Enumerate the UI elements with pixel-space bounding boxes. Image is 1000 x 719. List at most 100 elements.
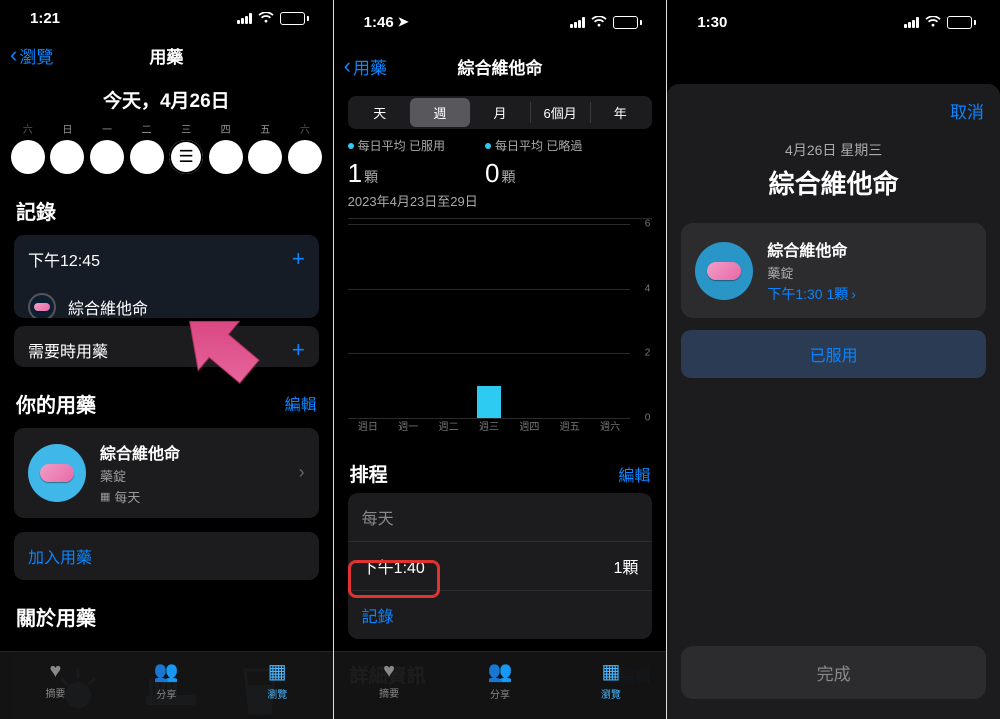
calendar-icon: ▦ bbox=[100, 490, 110, 503]
chevron-right-icon: › bbox=[851, 286, 856, 302]
chevron-left-icon: ‹ bbox=[10, 44, 17, 66]
log-card: 下午12:45 + 綜合維他命 bbox=[14, 235, 319, 319]
log-time-row[interactable]: 下午12:45 + bbox=[14, 235, 319, 283]
med-name: 綜合維他命 bbox=[767, 237, 856, 261]
battery-icon: 86 bbox=[613, 16, 642, 29]
day-dot[interactable] bbox=[90, 140, 124, 174]
tab-summary[interactable]: ♥摘要 bbox=[0, 652, 111, 707]
tab-summary[interactable]: ♥摘要 bbox=[334, 652, 445, 707]
cancel-button[interactable]: 取消 bbox=[950, 98, 984, 123]
log-sheet: 取消 4月26日 星期三 綜合維他命 綜合維他命 藥錠 下午1:30 1顆› 已… bbox=[667, 84, 1000, 719]
schedule-freq-row: 每天 bbox=[348, 493, 653, 541]
status-bar: 1:30 87 bbox=[667, 0, 1000, 44]
edit-meds-button[interactable]: 編輯 bbox=[285, 391, 317, 415]
sheet-title: 綜合維他命 bbox=[667, 160, 1000, 223]
back-label: 瀏覽 bbox=[19, 43, 53, 68]
screen-1-medications: 1:21 87 ‹ 瀏覽 用藥 今天，4月26日 六 日 一 二 三☰ 四 五 … bbox=[0, 0, 333, 719]
seg-year[interactable]: 年 bbox=[590, 98, 650, 127]
schedule-card: 每天 下午1:401顆 記錄 bbox=[348, 493, 653, 639]
day-dot[interactable] bbox=[288, 140, 322, 174]
chevron-left-icon: ‹ bbox=[344, 55, 351, 77]
location-icon: ➤ bbox=[398, 14, 409, 30]
section-your-meds-title: 你的用藥 bbox=[16, 389, 96, 418]
seg-6month[interactable]: 6個月 bbox=[530, 98, 590, 127]
back-button[interactable]: ‹ 用藥 bbox=[344, 54, 387, 79]
section-schedule-title: 排程 bbox=[350, 460, 388, 487]
day-dot[interactable] bbox=[11, 140, 45, 174]
tab-share[interactable]: 👥分享 bbox=[445, 652, 556, 707]
tab-bar: ♥摘要 👥分享 ▦瀏覽 bbox=[0, 651, 333, 719]
tab-browse[interactable]: ▦瀏覽 bbox=[555, 652, 666, 707]
mark-taken-button[interactable]: 已服用 bbox=[681, 330, 986, 378]
log-time: 下午12:45 bbox=[28, 247, 100, 271]
heart-icon: ♥ bbox=[50, 660, 62, 683]
cellular-icon bbox=[570, 17, 585, 28]
done-button[interactable]: 完成 bbox=[681, 646, 986, 699]
add-medication-button[interactable]: 加入用藥 bbox=[14, 532, 319, 580]
med-name: 綜合維他命 bbox=[68, 295, 148, 319]
pill-icon bbox=[28, 293, 56, 319]
screen-2-med-detail: 1:46 ➤ 86 ‹ 用藥 綜合維他命 天 週 月 6個月 年 每日平均 已服 bbox=[334, 0, 667, 719]
page-title: 綜合維他命 bbox=[458, 54, 543, 79]
day-dot[interactable] bbox=[248, 140, 282, 174]
page-title: 用藥 bbox=[149, 43, 183, 68]
week-calendar[interactable]: 六 日 一 二 三☰ 四 五 六 bbox=[0, 121, 333, 174]
nav-header: ‹ 用藥 綜合維他命 bbox=[334, 44, 667, 88]
wifi-icon bbox=[591, 16, 607, 28]
grid-icon: ▦ bbox=[601, 659, 620, 684]
battery-icon: 87 bbox=[280, 12, 309, 25]
record-row[interactable]: 記錄 bbox=[348, 590, 653, 639]
section-log-title: 記錄 bbox=[0, 174, 333, 235]
seg-day[interactable]: 天 bbox=[350, 98, 410, 127]
people-icon: 👥 bbox=[488, 659, 513, 684]
cellular-icon bbox=[237, 13, 252, 24]
clock: 1:21 bbox=[30, 10, 60, 27]
grid-icon: ▦ bbox=[268, 659, 287, 684]
seg-week[interactable]: 週 bbox=[410, 98, 470, 127]
med-type: 藥錠 bbox=[100, 466, 285, 485]
status-bar: 1:46 ➤ 86 bbox=[334, 0, 667, 44]
date-range: 2023年4月23日至29日 bbox=[334, 189, 667, 218]
med-card[interactable]: 綜合維他命 藥錠 ▦每天 › bbox=[14, 428, 319, 518]
annotation-arrow bbox=[160, 310, 280, 420]
people-icon: 👥 bbox=[154, 659, 179, 684]
section-about-title: 關於用藥 bbox=[0, 580, 333, 641]
tab-share[interactable]: 👥分享 bbox=[111, 652, 222, 707]
day-dot[interactable] bbox=[130, 140, 164, 174]
chart-legend: 每日平均 已服用 1顆 每日平均 已略過 0顆 bbox=[334, 129, 667, 189]
time-range-segments[interactable]: 天 週 月 6個月 年 bbox=[348, 96, 653, 129]
screen-3-log-sheet: 1:30 87 取消 4月26日 星期三 綜合維他命 綜合維他命 藥錠 下午1:… bbox=[667, 0, 1000, 719]
tab-browse[interactable]: ▦瀏覽 bbox=[222, 652, 333, 707]
add-as-needed-button[interactable]: + bbox=[292, 337, 305, 363]
bar-chart: 0246 週日週一週二週三週四週五週六 bbox=[348, 218, 653, 438]
day-dot-selected[interactable]: ☰ bbox=[169, 140, 203, 174]
tab-bar: ♥摘要 👥分享 ▦瀏覽 bbox=[334, 651, 667, 719]
day-dot[interactable] bbox=[50, 140, 84, 174]
date-header: 今天，4月26日 bbox=[0, 74, 333, 121]
status-bar: 1:21 87 bbox=[0, 0, 333, 37]
med-name: 綜合維他命 bbox=[100, 440, 285, 464]
add-log-button[interactable]: + bbox=[292, 246, 305, 272]
nav-header: ‹ 瀏覽 用藥 bbox=[0, 37, 333, 74]
edit-schedule-button[interactable]: 編輯 bbox=[618, 462, 650, 486]
legend-dot-skipped bbox=[485, 143, 491, 149]
wifi-icon bbox=[925, 16, 941, 28]
clock: 1:46 bbox=[364, 14, 394, 31]
heart-icon: ♥ bbox=[383, 660, 395, 683]
back-button[interactable]: ‹ 瀏覽 bbox=[10, 43, 53, 68]
wifi-icon bbox=[258, 12, 274, 24]
clock: 1:30 bbox=[697, 14, 727, 31]
chevron-right-icon: › bbox=[299, 462, 305, 483]
seg-month[interactable]: 月 bbox=[470, 98, 530, 127]
day-dot[interactable] bbox=[209, 140, 243, 174]
as-needed-label: 需要時用藥 bbox=[28, 338, 108, 362]
med-time[interactable]: 下午1:30 1顆› bbox=[767, 284, 856, 304]
schedule-time-row[interactable]: 下午1:401顆 bbox=[348, 541, 653, 590]
cellular-icon bbox=[904, 17, 919, 28]
back-label: 用藥 bbox=[353, 54, 387, 79]
med-type: 藥錠 bbox=[767, 263, 856, 282]
legend-dot-taken bbox=[348, 143, 354, 149]
pill-icon bbox=[28, 444, 86, 502]
pill-icon bbox=[695, 242, 753, 300]
med-detail-card[interactable]: 綜合維他命 藥錠 下午1:30 1顆› bbox=[681, 223, 986, 318]
